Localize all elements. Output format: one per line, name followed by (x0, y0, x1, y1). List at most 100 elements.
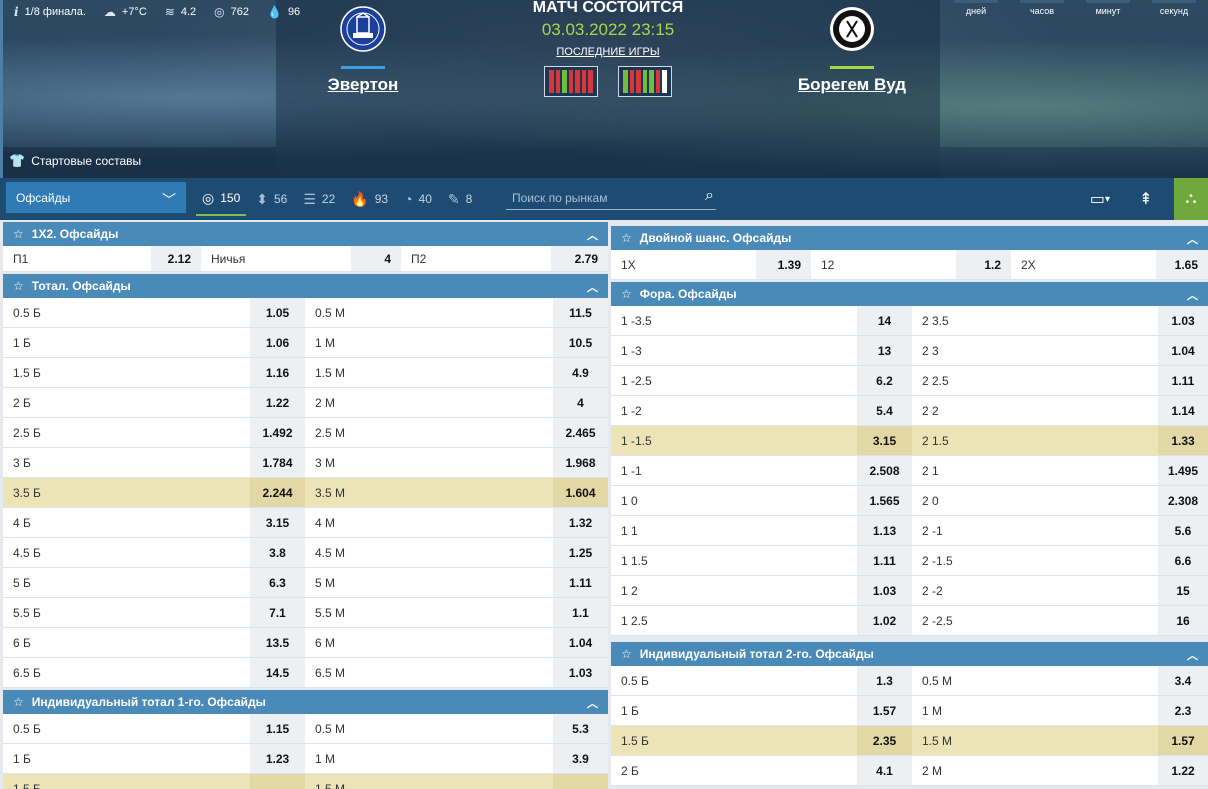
chevron-up-icon[interactable]: ︿ (1187, 287, 1198, 303)
chevron-up-icon[interactable]: ︿ (1187, 647, 1198, 663)
odds-cell[interactable]: 2.465 (553, 418, 608, 447)
odds-cell[interactable]: 13 (857, 336, 912, 365)
odds-cell[interactable]: 1.04 (1158, 336, 1208, 365)
odds-cell[interactable]: 6.3 (250, 568, 305, 597)
odds-cell[interactable]: 1.13 (857, 516, 912, 545)
odds-cell[interactable]: 3.9 (553, 744, 608, 773)
odds-cell[interactable]: 1.23 (250, 744, 305, 773)
star-icon[interactable]: ☆ (621, 231, 632, 245)
odds-cell[interactable] (250, 774, 305, 789)
odds-cell[interactable]: 2.308 (1158, 486, 1208, 515)
odds-cell[interactable]: 2.79 (551, 246, 608, 271)
star-icon[interactable]: ☆ (621, 647, 632, 661)
info-icon[interactable]: i (14, 5, 19, 19)
odds-cell[interactable]: 1.22 (1158, 756, 1208, 785)
collapse-all-button[interactable]: ⇞ (1128, 178, 1164, 220)
odds-cell[interactable]: 1.11 (857, 546, 912, 575)
lineups-button[interactable]: 👕 Стартовые составы (9, 153, 141, 169)
odds-cell[interactable]: 3.15 (250, 508, 305, 537)
odds-cell[interactable]: 1.604 (553, 478, 608, 507)
market-header-double-chance[interactable]: ☆ Двойной шанс. Офсайды ︿ (611, 224, 1208, 250)
odds-cell[interactable]: 1.565 (857, 486, 912, 515)
filter-all[interactable]: ◎ 150 (196, 182, 247, 216)
away-team-name[interactable]: Борегем Вуд (782, 75, 922, 95)
odds-cell[interactable]: 5.3 (553, 714, 608, 743)
home-form[interactable] (544, 66, 598, 97)
home-team[interactable]: Эвертон (313, 6, 413, 95)
odds-cell[interactable]: 7.1 (250, 598, 305, 627)
odds-cell[interactable]: 15 (1158, 576, 1208, 605)
odds-cell[interactable] (553, 774, 608, 789)
odds-cell[interactable]: 1.03 (553, 658, 608, 687)
odds-cell[interactable]: 2.508 (857, 456, 912, 485)
odds-cell[interactable]: 16 (1158, 606, 1208, 635)
odds-cell[interactable]: 1.57 (1158, 726, 1208, 755)
odds-cell[interactable]: 1.968 (553, 448, 608, 477)
odds-cell[interactable]: 1.3 (857, 666, 912, 695)
filter-time[interactable]: ◔ 40 (398, 182, 438, 216)
odds-cell[interactable]: 1.22 (250, 388, 305, 417)
last-games-link[interactable]: ПОСЛЕДНИЕ ИГРЫ (500, 46, 716, 58)
odds-cell[interactable]: 2.35 (857, 726, 912, 755)
odds-cell[interactable]: 5.6 (1158, 516, 1208, 545)
market-header-total[interactable]: ☆ Тотал. Офсайды ︿ (3, 272, 608, 298)
search-icon[interactable]: ⌕ (705, 187, 714, 205)
chevron-up-icon[interactable]: ︿ (587, 279, 598, 295)
odds-cell[interactable]: 2.3 (1158, 696, 1208, 725)
odds-cell[interactable]: 1.2 (956, 250, 1011, 279)
odds-cell[interactable]: 1.1 (553, 598, 608, 627)
market-header-1x2[interactable]: ☆ 1Х2. Офсайды ︿ (3, 220, 608, 246)
market-header-individual-total-2[interactable]: ☆ Индивидуальный тотал 2-го. Офсайды ︿ (611, 640, 1208, 666)
odds-cell[interactable]: 1.06 (250, 328, 305, 357)
odds-cell[interactable]: 5.4 (857, 396, 912, 425)
odds-cell[interactable]: 10.5 (553, 328, 608, 357)
odds-cell[interactable]: 1.14 (1158, 396, 1208, 425)
odds-cell[interactable]: 6.2 (857, 366, 912, 395)
odds-cell[interactable]: 14.5 (250, 658, 305, 687)
chevron-up-icon[interactable]: ︿ (1187, 231, 1198, 247)
star-icon[interactable]: ☆ (13, 695, 24, 709)
stats-button[interactable]: ⛬ (1174, 178, 1208, 220)
filter-list[interactable]: ☰ 22 (297, 182, 341, 216)
odds-cell[interactable]: 1.65 (1156, 250, 1208, 279)
odds-cell[interactable]: 6.6 (1158, 546, 1208, 575)
odds-cell[interactable]: 1.39 (756, 250, 811, 279)
odds-cell[interactable]: 1.32 (553, 508, 608, 537)
odds-cell[interactable]: 2.244 (250, 478, 305, 507)
chevron-up-icon[interactable]: ︿ (587, 227, 598, 243)
odds-cell[interactable]: 2.12 (151, 246, 201, 271)
odds-cell[interactable]: 1.57 (857, 696, 912, 725)
star-icon[interactable]: ☆ (13, 279, 24, 293)
odds-cell[interactable]: 1.05 (250, 298, 305, 327)
odds-cell[interactable]: 3.4 (1158, 666, 1208, 695)
odds-cell[interactable]: 4 (351, 246, 401, 271)
odds-cell[interactable]: 4 (553, 388, 608, 417)
star-icon[interactable]: ☆ (13, 227, 24, 241)
odds-cell[interactable]: 1.03 (857, 576, 912, 605)
market-group-select[interactable]: Офсайды ﹀ (6, 182, 186, 213)
odds-cell[interactable]: 1.15 (250, 714, 305, 743)
odds-cell[interactable]: 4.9 (553, 358, 608, 387)
star-icon[interactable]: ☆ (621, 287, 632, 301)
odds-cell[interactable]: 11.5 (553, 298, 608, 327)
odds-cell[interactable]: 3.8 (250, 538, 305, 567)
market-search-input[interactable]: Поиск по рынкам ⌕ (506, 186, 716, 210)
odds-cell[interactable]: 1.16 (250, 358, 305, 387)
home-team-name[interactable]: Эвертон (313, 75, 413, 95)
odds-cell[interactable]: 14 (857, 306, 912, 335)
odds-cell[interactable]: 13.5 (250, 628, 305, 657)
filter-totals[interactable]: ⬍ 56 (250, 182, 293, 216)
odds-cell[interactable]: 3.15 (857, 426, 912, 455)
odds-cell[interactable]: 1.492 (250, 418, 305, 447)
odds-cell[interactable]: 1.784 (250, 448, 305, 477)
odds-cell[interactable]: 1.495 (1158, 456, 1208, 485)
filter-popular[interactable]: 🔥 93 (345, 182, 394, 216)
odds-cell[interactable]: 1.02 (857, 606, 912, 635)
away-form[interactable] (618, 66, 672, 97)
chevron-up-icon[interactable]: ︿ (587, 695, 598, 711)
odds-cell[interactable]: 1.03 (1158, 306, 1208, 335)
away-team[interactable]: Борегем Вуд (782, 6, 922, 95)
market-header-handicap[interactable]: ☆ Фора. Офсайды ︿ (611, 280, 1208, 306)
filter-special[interactable]: ✎ 8 (442, 182, 478, 216)
market-header-individual-total-1[interactable]: ☆ Индивидуальный тотал 1-го. Офсайды ︿ (3, 688, 608, 714)
